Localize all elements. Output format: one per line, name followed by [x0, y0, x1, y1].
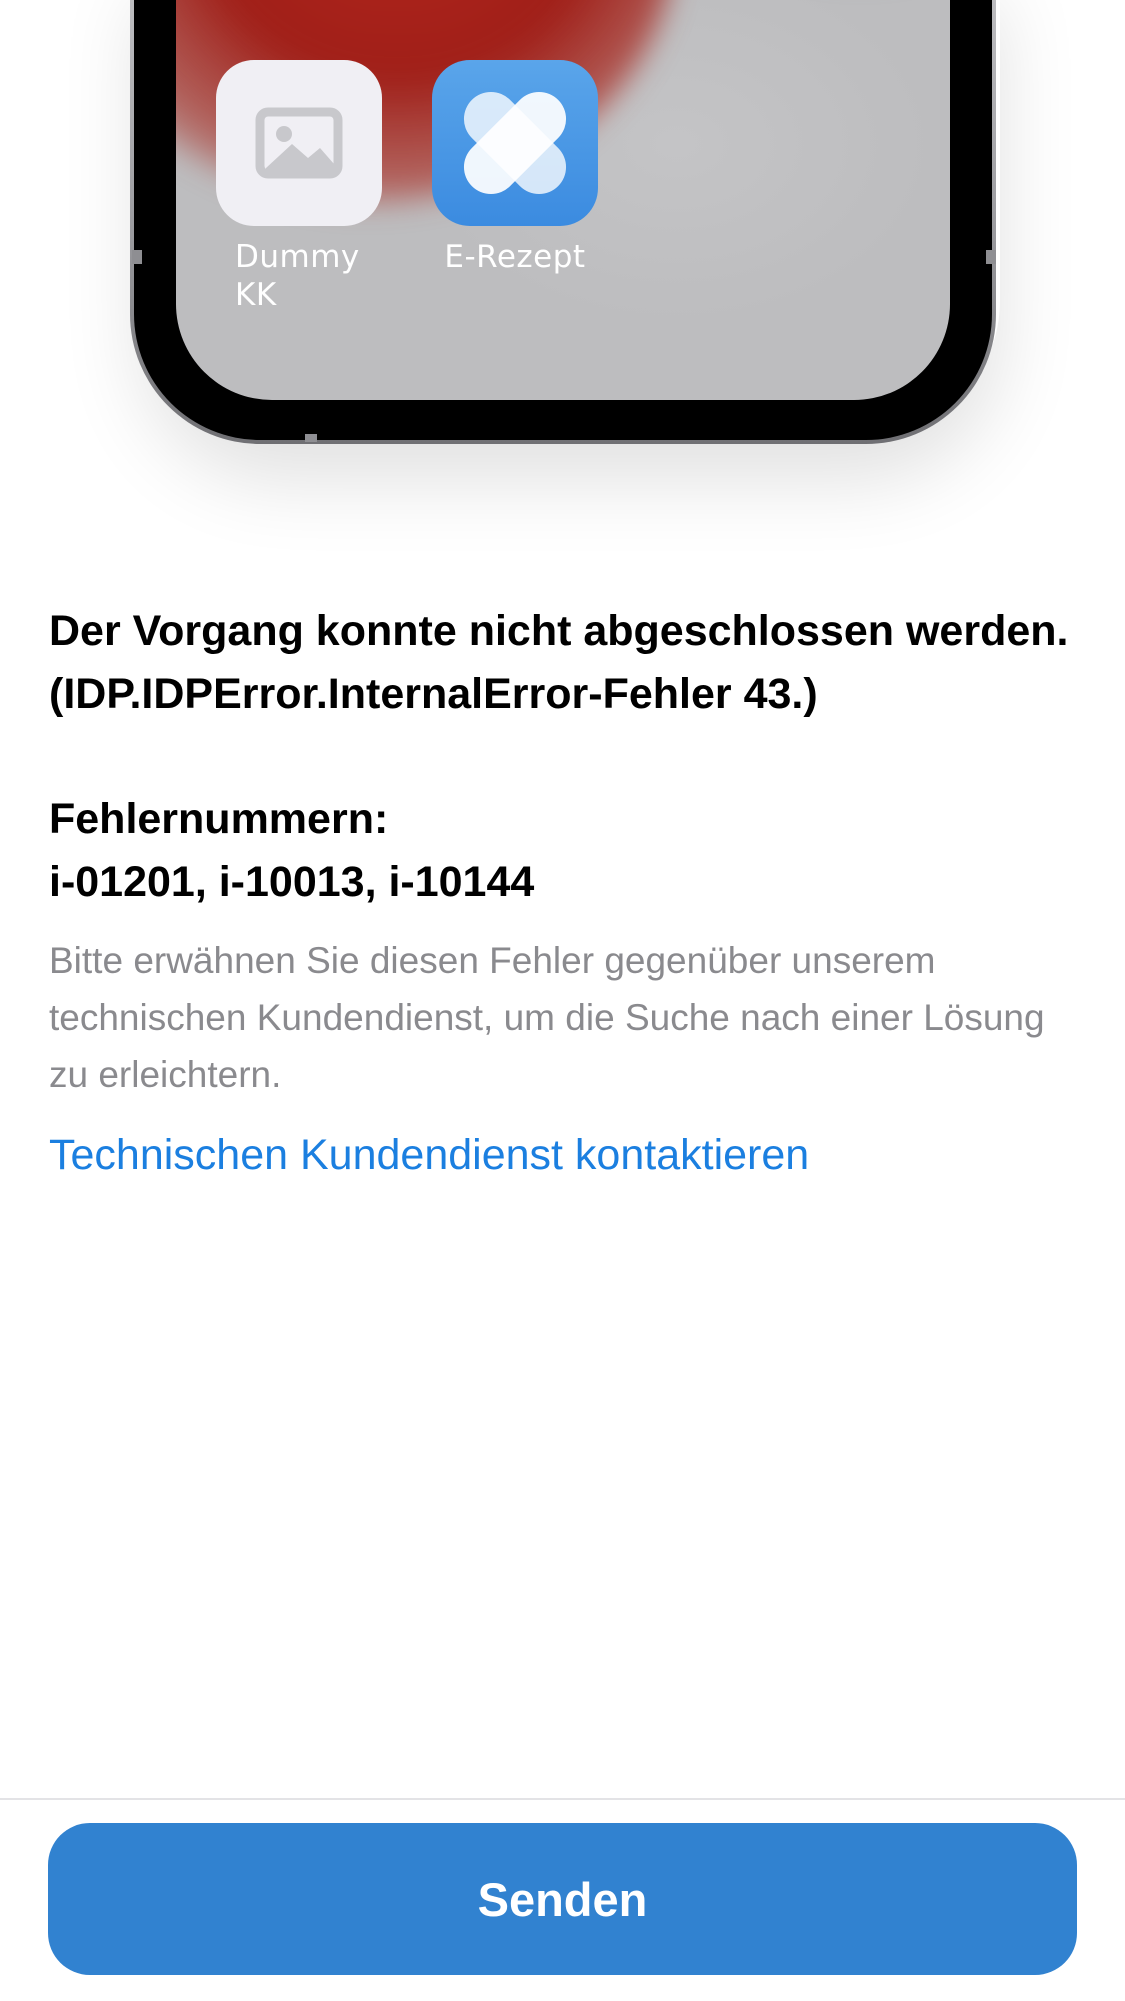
- bottom-divider: [0, 1798, 1125, 1800]
- phone-side-button-right: [986, 250, 996, 264]
- app-dummy-kk: Dummy KK: [214, 60, 384, 314]
- heart-icon: [463, 91, 567, 195]
- app-label-dummy-kk-line2: KK: [235, 277, 277, 313]
- error-message: Der Vorgang konnte nicht abgeschlossen w…: [49, 607, 1069, 718]
- app-label-dummy-kk-line1: Dummy: [235, 239, 360, 275]
- error-content: Der Vorgang konnte nicht abgeschlossen w…: [49, 600, 1069, 1185]
- phone-illustration: Dummy KK E-Rezept: [0, 0, 1125, 520]
- error-codes-heading: Fehlernummern:: [49, 795, 389, 843]
- contact-support-link[interactable]: Technischen Kundendienst kontaktieren: [49, 1125, 809, 1185]
- error-hint: Bitte erwähnen Sie diesen Fehler gegenüb…: [49, 940, 1045, 1095]
- phone-bottom-notch: [305, 434, 317, 442]
- image-placeholder-icon: [255, 107, 343, 179]
- e-rezept-app-icon: [432, 60, 598, 226]
- phone-side-button-left: [132, 250, 142, 264]
- send-button[interactable]: Senden: [48, 1823, 1077, 1975]
- app-label-e-rezept: E-Rezept: [444, 239, 586, 275]
- app-label-dummy-kk: Dummy KK: [214, 238, 384, 314]
- error-codes: i-01201, i-10013, i-10144: [49, 858, 535, 906]
- dummy-kk-app-icon: [216, 60, 382, 226]
- app-e-rezept: E-Rezept: [430, 60, 600, 276]
